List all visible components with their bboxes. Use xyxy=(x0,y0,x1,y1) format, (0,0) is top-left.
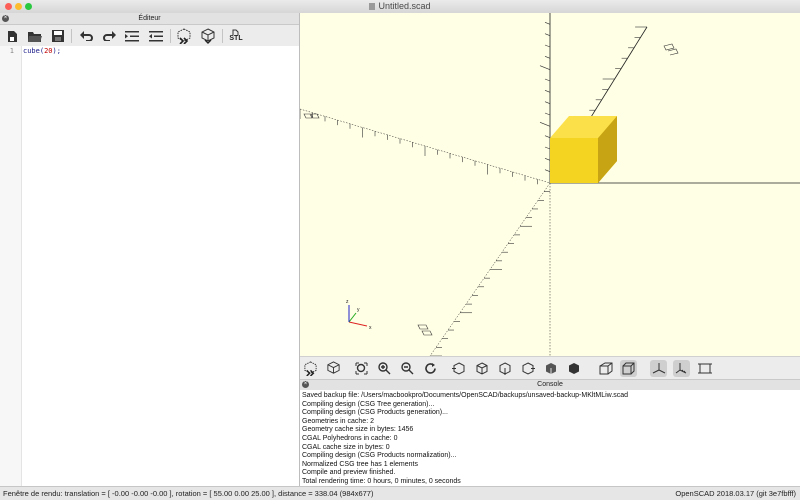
code-line[interactable]: cube(20); xyxy=(23,47,61,55)
axis-tick xyxy=(544,78,551,82)
redo-icon[interactable] xyxy=(101,28,117,44)
scale-markers xyxy=(303,43,679,336)
reset-view-icon[interactable] xyxy=(422,360,439,377)
3d-viewport[interactable]: x y z xyxy=(300,13,800,356)
axis-tick xyxy=(544,169,551,172)
line-number-gutter: 1 xyxy=(0,46,22,486)
axis-tick xyxy=(544,146,551,150)
axis-tick xyxy=(544,33,551,36)
perspective-icon[interactable] xyxy=(597,360,614,377)
axis-tick xyxy=(544,135,551,138)
render-icon[interactable] xyxy=(325,360,342,377)
status-bar: Fenêtre de rendu: translation = [ -0.00 … xyxy=(0,486,800,500)
cube-front-face xyxy=(550,138,598,183)
console-line: Geometries in cache: 2 xyxy=(302,417,374,425)
minimize-window-button[interactable] xyxy=(15,3,22,10)
viewport-canvas: x y z xyxy=(300,13,800,356)
console-line: Compiling design (CSG Products generatio… xyxy=(302,409,448,417)
axis-tick xyxy=(544,44,551,48)
console-line: Saved backup file: /Users/macbookpro/Doc… xyxy=(302,392,629,399)
undo-icon[interactable] xyxy=(78,28,94,44)
view-front-icon[interactable] xyxy=(542,360,559,377)
document-icon xyxy=(369,3,376,10)
svg-text:y: y xyxy=(357,307,360,313)
view-right-icon[interactable] xyxy=(450,360,467,377)
indent-icon[interactable] xyxy=(124,28,140,44)
view-top-icon[interactable] xyxy=(473,360,490,377)
console-line: Normalized CSG tree has 1 elements xyxy=(302,460,418,468)
window-titlebar: Untitled.scad xyxy=(0,0,800,14)
axis-tick xyxy=(544,56,551,59)
view-bottom-icon[interactable] xyxy=(496,360,513,377)
preview-icon[interactable] xyxy=(176,28,192,44)
console-line: CGAL cache size in bytes: 0 xyxy=(302,443,390,451)
version-label: OpenSCAD 2018.03.17 (git 3e7fbfff) xyxy=(675,489,796,498)
view-all-icon[interactable] xyxy=(353,360,370,377)
axis-gizmo: x y z xyxy=(346,299,372,331)
show-scale-markers-icon[interactable] xyxy=(673,360,690,377)
svg-text:z: z xyxy=(346,299,349,305)
console-output: Saved backup file: /Users/macbookpro/Doc… xyxy=(300,390,800,486)
zoom-in-icon[interactable] xyxy=(376,360,393,377)
axis-tick xyxy=(544,22,551,25)
line-number: 1 xyxy=(9,47,14,55)
console-line: Compiling design (CSG Products normaliza… xyxy=(302,452,457,460)
unindent-icon[interactable] xyxy=(148,28,164,44)
open-file-icon[interactable] xyxy=(27,28,43,44)
console-title: Console xyxy=(537,381,563,388)
view-toolbar xyxy=(300,356,800,379)
editor-title: Éditeur xyxy=(138,15,161,22)
editor-panel-header: × Éditeur xyxy=(0,13,299,25)
axis-tick xyxy=(544,90,551,93)
console-line: Geometry cache size in bytes: 1456 xyxy=(302,426,414,434)
show-edges-icon[interactable] xyxy=(696,360,713,377)
code-editor[interactable]: 1 cube(20); xyxy=(0,46,299,486)
axis-tick xyxy=(539,65,551,70)
editor-toolbar: STL xyxy=(0,25,299,47)
close-editor-button[interactable]: × xyxy=(2,15,9,22)
console-line: CGAL Polyhedrons in cache: 0 xyxy=(302,434,398,442)
orthogonal-icon[interactable] xyxy=(620,360,637,377)
close-window-button[interactable] xyxy=(5,3,12,10)
console-line: Compile and preview finished. xyxy=(302,469,396,477)
svg-text:x: x xyxy=(369,325,372,331)
view-left-icon[interactable] xyxy=(519,360,536,377)
show-axes-icon[interactable] xyxy=(650,360,667,377)
preview-icon[interactable] xyxy=(302,360,319,377)
save-icon[interactable] xyxy=(50,28,66,44)
axis-tick xyxy=(539,122,551,127)
maximize-window-button[interactable] xyxy=(25,3,32,10)
viewport-status: Fenêtre de rendu: translation = [ -0.00 … xyxy=(3,489,374,498)
render-icon[interactable] xyxy=(200,28,216,44)
window-title: Untitled.scad xyxy=(378,1,431,11)
new-file-icon[interactable] xyxy=(4,28,20,44)
close-console-button[interactable]: × xyxy=(302,381,309,388)
axis-tick xyxy=(544,112,551,116)
axis-tick xyxy=(544,158,551,161)
export-stl-icon[interactable]: STL xyxy=(228,28,244,44)
view-back-icon[interactable] xyxy=(565,360,582,377)
console-line: Compiling design (CSG Tree generation)..… xyxy=(302,400,435,408)
scale-ticks xyxy=(300,13,647,356)
zoom-out-icon[interactable] xyxy=(399,360,416,377)
axis-tick xyxy=(544,101,551,104)
export-stl-label: STL xyxy=(229,35,243,42)
